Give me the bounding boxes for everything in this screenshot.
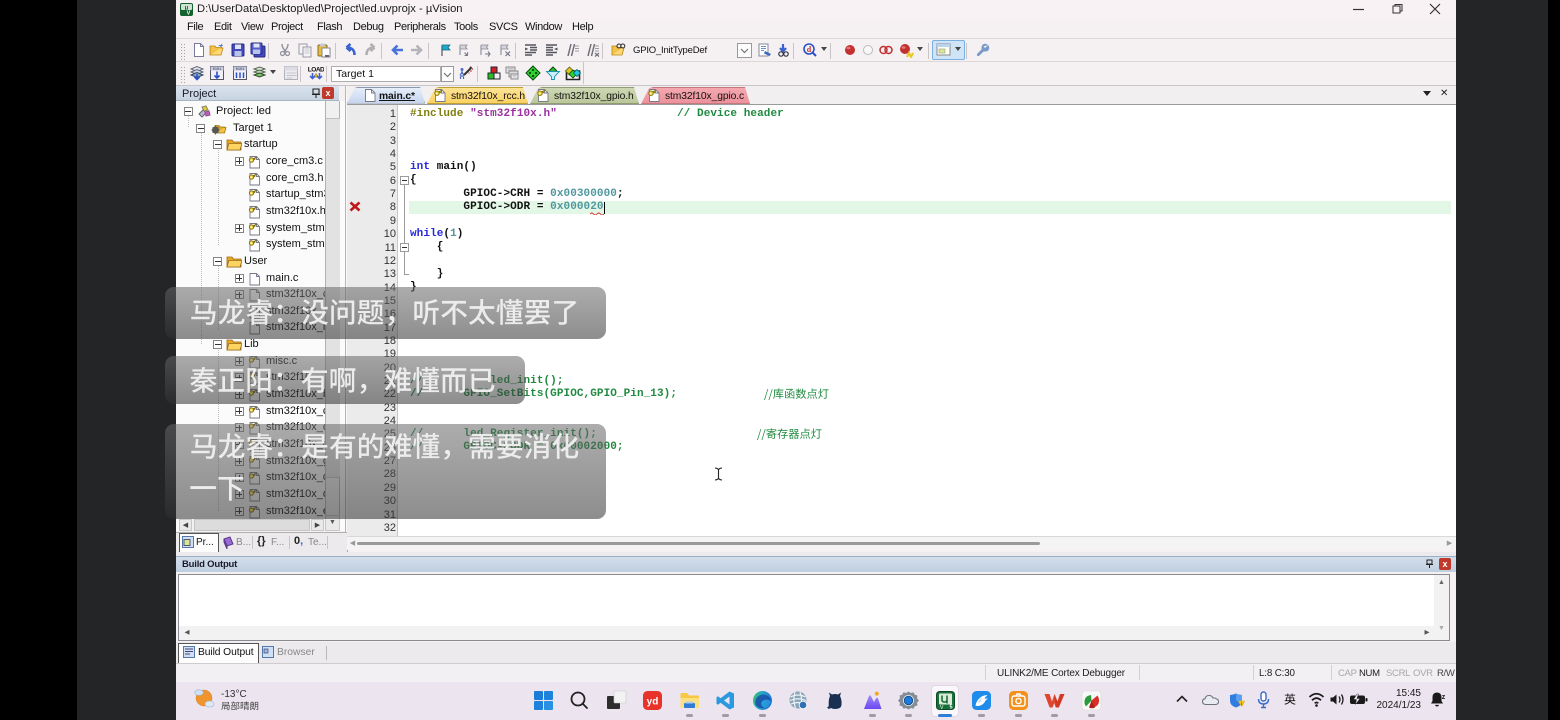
svg-text:0101: 0101 <box>236 68 244 72</box>
svg-text:z: z <box>1442 694 1445 701</box>
svg-text:yd: yd <box>647 697 659 708</box>
svg-text:5: 5 <box>949 705 952 711</box>
svg-text:LOAD: LOAD <box>308 67 324 74</box>
svg-text:d: d <box>807 45 812 54</box>
svg-text:V: V <box>187 11 191 17</box>
svg-text:0101: 0101 <box>213 68 221 72</box>
